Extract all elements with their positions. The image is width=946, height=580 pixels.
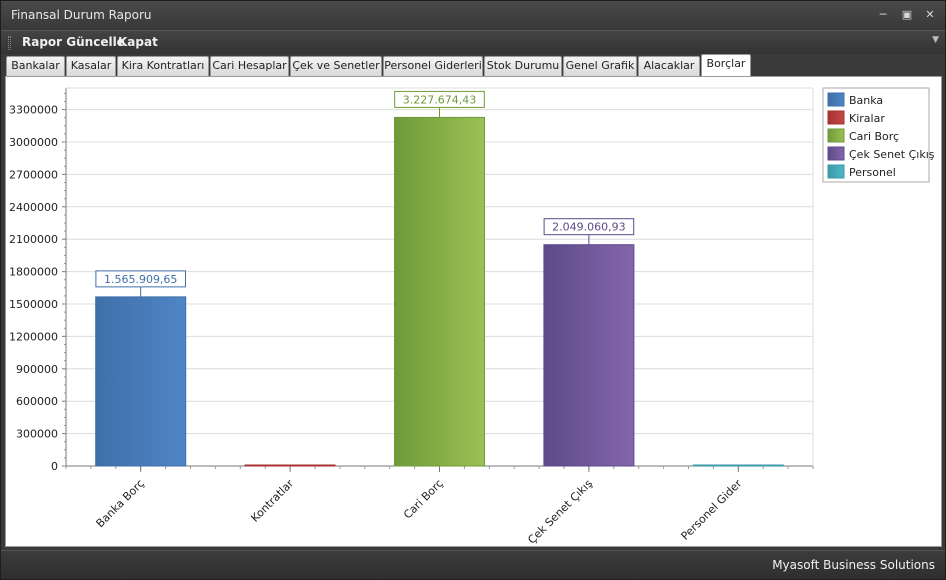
maximize-icon[interactable]: ▣ (897, 6, 917, 24)
y-tick-label: 600000 (16, 395, 58, 408)
bar (394, 116, 485, 467)
data-label: 1.565.909,65 (104, 273, 177, 286)
toolbar-options-chevron-down-icon[interactable]: ▼ (932, 35, 939, 45)
app-window: Finansal Durum Raporu ─ ▣ ✕ Rapor Güncel… (0, 0, 946, 580)
minimize-icon[interactable]: ─ (873, 6, 893, 24)
chart-panel: 0 300000 600000 900000 1200000 1500000 1800000… (5, 76, 942, 547)
legend-entry: Çek Senet Çıkış (849, 148, 935, 161)
y-tick-label: 2400000 (9, 201, 58, 214)
tab-kira-kontratlari[interactable]: Kira Kontratları (117, 56, 209, 76)
menu-bar: Rapor Güncelle Kapat ▼ (1, 30, 945, 54)
tab-bankalar[interactable]: Bankalar (6, 56, 65, 76)
legend-entry: Kiralar (849, 112, 885, 125)
legend-swatch (827, 128, 845, 143)
y-tick-label: 2700000 (9, 168, 58, 181)
close-menu-item[interactable]: Kapat (118, 35, 158, 49)
data-label: 3.227.674,43 (403, 93, 476, 106)
tab-alacaklar[interactable]: Alacaklar (638, 56, 700, 76)
legend-entry: Banka (849, 94, 883, 107)
tab-cek-ve-senetler[interactable]: Çek ve Senetler (290, 56, 382, 76)
refresh-report-menu-item[interactable]: Rapor Güncelle (22, 35, 125, 49)
y-tick-label: 900000 (16, 363, 58, 376)
status-bar: Myasoft Business Solutions (1, 550, 945, 579)
bar (543, 244, 635, 467)
bar (692, 464, 784, 467)
x-tick-label: Cari Borç (401, 477, 446, 522)
tab-stok-durumu[interactable]: Stok Durumu (484, 56, 562, 76)
tab-cari-hesaplar[interactable]: Cari Hesaplar (210, 56, 289, 76)
data-label: 2.049.060,93 (552, 221, 625, 234)
y-tick-label: 1200000 (9, 330, 58, 343)
window-title: Finansal Durum Raporu (11, 8, 152, 22)
tab-strip: Bankalar Kasalar Kira Kontratları Cari H… (5, 54, 943, 76)
y-tick-label: 1800000 (9, 266, 58, 279)
legend-entry: Cari Borç (849, 130, 899, 143)
toolbar-grip-icon[interactable] (8, 36, 11, 50)
x-tick-label: Kontratlar (248, 477, 296, 525)
legend-swatch (827, 110, 845, 125)
tab-borclar[interactable]: Borçlar (701, 54, 751, 76)
y-tick-label: 300000 (16, 428, 58, 441)
y-tick-label: 3300000 (9, 104, 58, 117)
x-tick-label: Banka Borç (94, 477, 147, 530)
y-tick-label: 0 (51, 460, 58, 473)
debts-bar-chart: 0 300000 600000 900000 1200000 1500000 1800000… (9, 87, 935, 546)
x-tick-label: Çek Senet Çıkış (525, 477, 595, 546)
y-tick-label: 2100000 (9, 233, 58, 246)
legend-swatch (827, 92, 845, 107)
legend-swatch (827, 164, 845, 179)
legend-swatch (827, 146, 845, 161)
title-bar: Finansal Durum Raporu ─ ▣ ✕ (1, 1, 945, 30)
y-tick-label: 1500000 (9, 298, 58, 311)
tab-personel-giderleri[interactable]: Personel Giderleri (383, 56, 483, 76)
tab-genel-grafik[interactable]: Genel Grafik (563, 56, 637, 76)
tab-kasalar[interactable]: Kasalar (66, 56, 116, 76)
legend-entry: Personel (849, 166, 896, 179)
bar (244, 464, 336, 467)
close-icon[interactable]: ✕ (920, 6, 940, 24)
y-tick-label: 3000000 (9, 136, 58, 149)
x-tick-label: Personel Gider (679, 477, 745, 543)
company-brand-label: Myasoft Business Solutions (772, 558, 935, 572)
bar (95, 296, 187, 467)
